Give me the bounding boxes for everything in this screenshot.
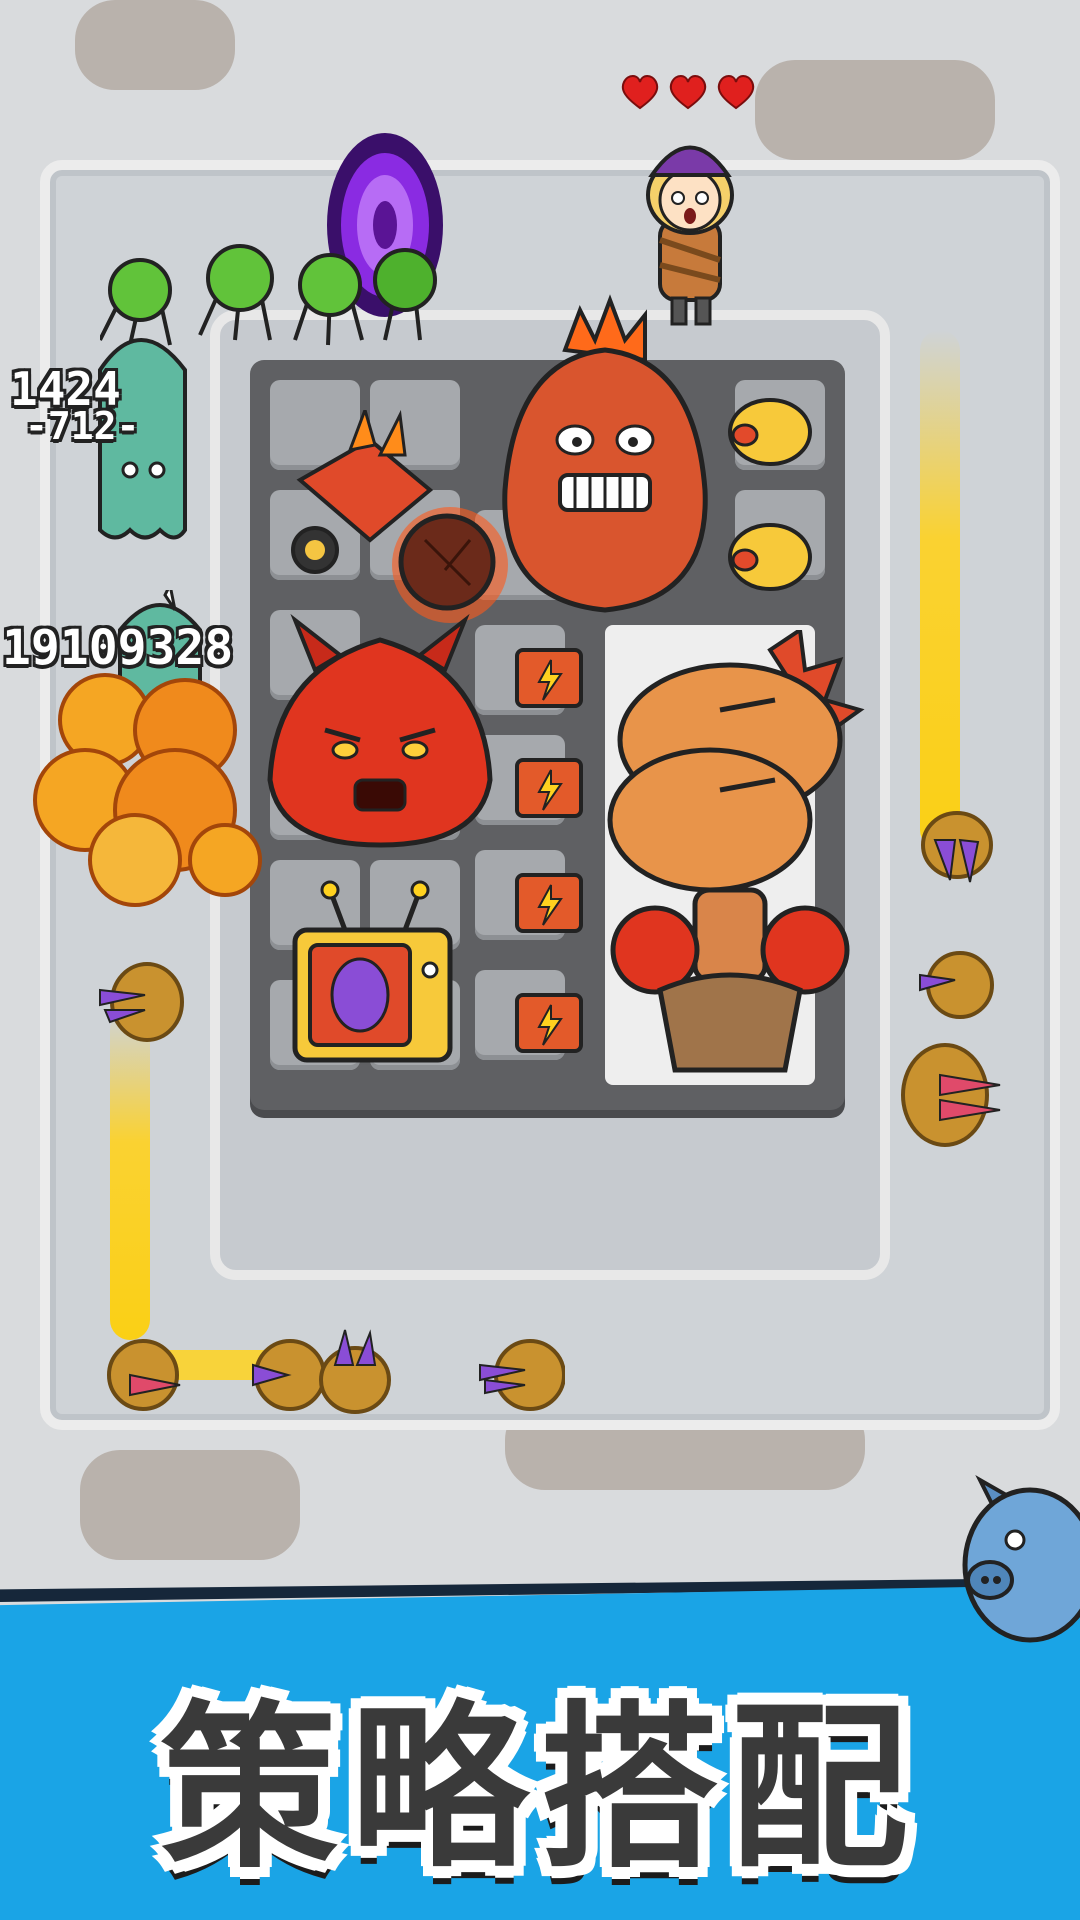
crystal-nest-icon — [479, 1339, 565, 1411]
fire-lane — [110, 1010, 150, 1340]
damage-number: -712- — [25, 404, 140, 448]
red-spiky-monster-icon — [502, 294, 708, 613]
health-hearts — [620, 72, 760, 112]
fire-horned-monster-icon — [267, 613, 493, 848]
tv-rainbow-egg-icon — [292, 880, 453, 1063]
crystal-nest-icon — [107, 1339, 181, 1411]
rock-decoration — [80, 1450, 300, 1560]
explosion-effect-icon — [33, 673, 262, 907]
battery-lightning-icon — [515, 993, 583, 1053]
heart-icon — [621, 75, 755, 110]
crystal-nest-icon — [921, 811, 993, 883]
rock-decoration — [75, 0, 235, 90]
crystal-nest-icon — [919, 951, 994, 1019]
banner-title: 策略搭配 — [160, 1685, 920, 1892]
fire-lane — [920, 330, 960, 850]
battery-lightning-icon — [515, 758, 583, 818]
battery-lightning-icon — [515, 648, 583, 708]
rock-decoration — [755, 60, 995, 160]
gold-piggy-bank-icon — [728, 398, 812, 466]
boxing-glove-tower-icon — [607, 630, 865, 1073]
battery-lightning-icon — [515, 873, 583, 933]
crystal-nest-icon — [99, 962, 184, 1042]
crystal-nest-icon — [319, 1329, 391, 1414]
blue-pig-mascot-icon — [962, 1474, 1080, 1643]
gold-piggy-bank-icon — [728, 523, 812, 591]
crystal-nest-icon — [901, 1043, 1001, 1147]
